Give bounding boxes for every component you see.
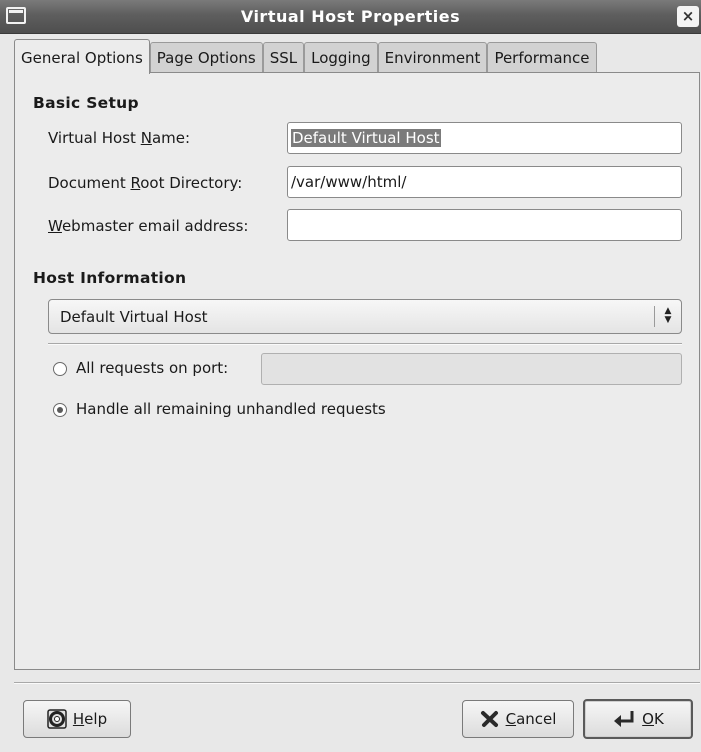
x-mark-icon: [480, 711, 498, 727]
tab-page-options[interactable]: Page Options: [149, 42, 263, 73]
tab-environment[interactable]: Environment: [377, 42, 488, 73]
window-titlebar[interactable]: Virtual Host Properties ×: [0, 0, 701, 34]
document-root-label: Document Root Directory:: [48, 174, 243, 192]
button-area-separator: [14, 682, 700, 684]
virtual-host-name-field[interactable]: Default Virtual Host: [287, 122, 682, 154]
webmaster-email-label: Webmaster email address:: [48, 217, 249, 235]
host-info-separator: [48, 343, 682, 345]
radio-all-requests-on-port[interactable]: [53, 362, 67, 376]
window-title: Virtual Host Properties: [240, 7, 461, 26]
ok-button[interactable]: OK: [583, 699, 693, 739]
help-button-label: Help: [72, 710, 108, 728]
lifebuoy-icon: [47, 709, 67, 729]
port-field[interactable]: [261, 353, 682, 385]
virtual-host-type-select[interactable]: Default Virtual Host ▲ ▼: [48, 299, 682, 334]
basic-setup-heading: Basic Setup: [33, 94, 139, 112]
handle-unhandled-requests-label[interactable]: Handle all remaining unhandled requests: [76, 400, 386, 418]
cancel-button[interactable]: Cancel: [462, 700, 574, 738]
virtual-host-type-value: Default Virtual Host: [60, 308, 208, 326]
virtual-host-name-label: Virtual Host Name:: [48, 129, 191, 147]
close-button[interactable]: ×: [677, 6, 699, 27]
virtual-host-name-value: Default Virtual Host: [291, 129, 441, 147]
radio-handle-unhandled-requests[interactable]: [53, 403, 67, 417]
all-requests-on-port-label[interactable]: All requests on port:: [76, 359, 228, 377]
tab-bar: General Options Page Options SSL Logging…: [14, 39, 597, 74]
ok-button-label: OK: [642, 710, 664, 728]
tab-ssl[interactable]: SSL: [262, 42, 305, 73]
return-arrow-icon: [614, 711, 634, 727]
cancel-button-label: Cancel: [505, 710, 557, 728]
document-root-field[interactable]: /var/www/html/: [287, 166, 682, 198]
tab-performance[interactable]: Performance: [487, 42, 597, 73]
tab-general-options[interactable]: General Options: [14, 39, 150, 74]
webmaster-email-field[interactable]: [287, 209, 682, 241]
up-down-arrows-icon: ▲ ▼: [664, 306, 672, 325]
help-button[interactable]: Help: [23, 700, 131, 738]
tab-logging[interactable]: Logging: [304, 42, 378, 73]
combo-separator: [654, 306, 655, 327]
host-information-heading: Host Information: [33, 269, 187, 287]
